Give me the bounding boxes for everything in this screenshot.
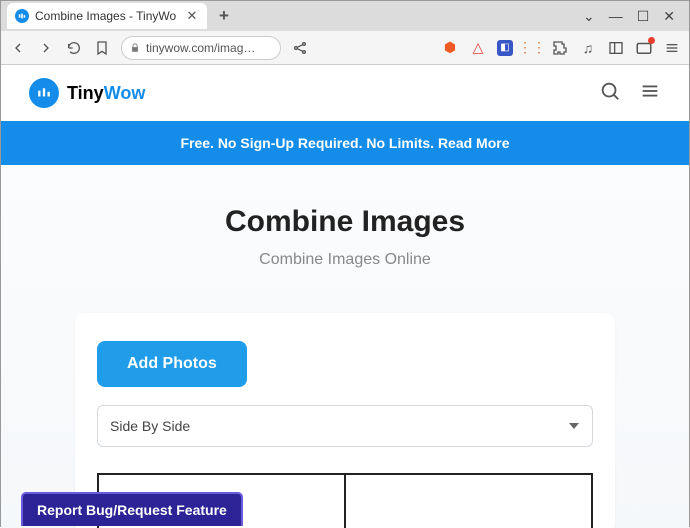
logo-text: TinyWow xyxy=(67,83,145,104)
music-icon[interactable]: ♫ xyxy=(579,39,597,57)
layout-select-wrap: Side By Side xyxy=(97,405,593,447)
new-tab-button[interactable]: + xyxy=(213,5,235,27)
main-section: Combine Images Combine Images Online Add… xyxy=(1,165,689,528)
nav-back-icon[interactable] xyxy=(9,39,27,57)
close-window-icon[interactable]: ✕ xyxy=(663,8,675,25)
reload-icon[interactable] xyxy=(65,39,83,57)
banner-text: Free. No Sign-Up Required. No Limits. xyxy=(180,135,437,151)
sidebar-icon[interactable] xyxy=(607,39,625,57)
extensions-icon[interactable] xyxy=(551,39,569,57)
search-icon[interactable] xyxy=(599,80,621,107)
minimize-icon[interactable]: — xyxy=(609,8,623,25)
favicon-icon xyxy=(15,9,29,23)
brave-triangle-icon[interactable]: △ xyxy=(469,39,487,57)
ext-passwords-icon[interactable]: ⋮⋮ xyxy=(523,39,541,57)
window-controls: ⌄ — ☐ ✕ xyxy=(583,8,683,25)
nav-forward-icon[interactable] xyxy=(37,39,55,57)
browser-toolbar: tinywow.com/imag… ⬢ △ ◧ ⋮⋮ ♫ xyxy=(1,31,689,65)
wallet-icon[interactable] xyxy=(635,39,653,57)
site-header: TinyWow xyxy=(1,65,689,121)
hamburger-icon[interactable] xyxy=(639,80,661,107)
add-photos-button[interactable]: Add Photos xyxy=(97,341,247,387)
browser-tab[interactable]: Combine Images - TinyWo ✕ xyxy=(7,3,207,29)
promo-banner: Free. No Sign-Up Required. No Limits. Re… xyxy=(1,121,689,165)
preview-cell-right xyxy=(346,475,591,528)
tab-close-icon[interactable]: ✕ xyxy=(185,9,199,23)
url-text: tinywow.com/imag… xyxy=(146,41,255,55)
report-bug-button[interactable]: Report Bug/Request Feature xyxy=(21,492,243,526)
page-title: Combine Images xyxy=(21,205,669,239)
lock-icon xyxy=(130,43,140,53)
dropdown-icon[interactable]: ⌄ xyxy=(583,8,595,25)
share-icon[interactable] xyxy=(291,39,309,57)
layout-select[interactable]: Side By Side xyxy=(97,405,593,447)
read-more-link[interactable]: Read More xyxy=(438,135,510,151)
logo-icon xyxy=(29,78,59,108)
menu-icon[interactable] xyxy=(663,39,681,57)
brave-shield-icon[interactable]: ⬢ xyxy=(441,39,459,57)
maximize-icon[interactable]: ☐ xyxy=(637,8,650,25)
page-subtitle: Combine Images Online xyxy=(21,251,669,269)
page-content: TinyWow Free. No Sign-Up Required. No Li… xyxy=(1,65,689,528)
ext-blue-icon[interactable]: ◧ xyxy=(497,40,513,56)
tab-title: Combine Images - TinyWo xyxy=(35,9,179,23)
url-bar[interactable]: tinywow.com/imag… xyxy=(121,36,281,60)
site-logo[interactable]: TinyWow xyxy=(29,78,145,108)
browser-tabbar: Combine Images - TinyWo ✕ + ⌄ — ☐ ✕ xyxy=(1,1,689,31)
bookmark-icon[interactable] xyxy=(93,39,111,57)
